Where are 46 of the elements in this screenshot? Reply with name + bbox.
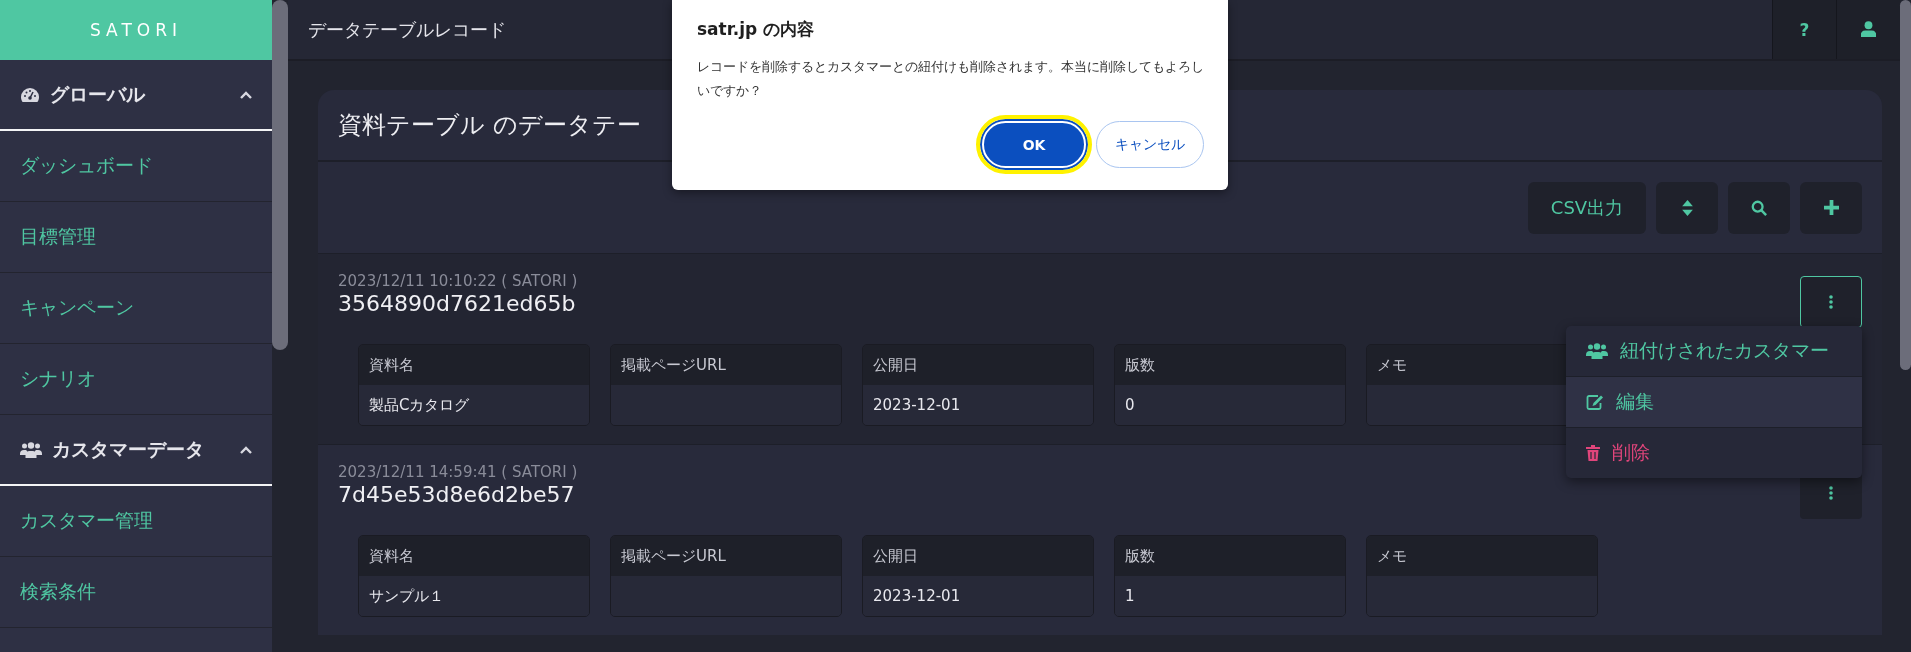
- kebab-icon: [1829, 295, 1833, 309]
- page-title: データテーブルレコード: [308, 17, 506, 42]
- cancel-button[interactable]: キャンセル: [1096, 121, 1204, 168]
- card-title: 資料テーブル のデータテー: [338, 110, 641, 141]
- scrollbar-thumb[interactable]: [1900, 0, 1911, 370]
- field-label: 掲載ページURL: [611, 536, 841, 576]
- record-timestamp: 2023/12/11 14:59:41 ( SATORI ): [338, 463, 578, 481]
- field-value: 0: [1115, 385, 1345, 425]
- field-value: 製品Cカタログ: [359, 385, 589, 425]
- field-label: 資料名: [359, 345, 589, 385]
- sort-button[interactable]: [1656, 181, 1718, 234]
- search-icon: [1751, 199, 1767, 216]
- kebab-icon: [1829, 486, 1833, 500]
- csv-export-button[interactable]: CSV出力: [1528, 181, 1646, 234]
- menu-item[interactable]: 削除: [1566, 428, 1862, 478]
- menu-item[interactable]: 編集: [1566, 377, 1862, 428]
- field-label: 資料名: [359, 536, 589, 576]
- logo: SATORI: [0, 0, 272, 60]
- group-label: グローバル: [50, 81, 146, 107]
- field-label: 公開日: [863, 345, 1093, 385]
- field-label: 掲載ページURL: [611, 345, 841, 385]
- search-button[interactable]: [1728, 181, 1790, 234]
- users-icon: [20, 441, 42, 458]
- field-value: 2023-12-01: [863, 385, 1093, 425]
- field-label: メモ: [1367, 536, 1597, 576]
- add-button[interactable]: [1800, 181, 1862, 234]
- record-id: 7d45e53d8e6d2be57: [338, 482, 576, 507]
- edit-icon: [1586, 394, 1604, 410]
- group-label: カスタマーデータ: [52, 436, 205, 462]
- more-button[interactable]: [1800, 276, 1862, 328]
- user-button[interactable]: [1836, 0, 1900, 59]
- plus-icon: [1823, 200, 1839, 215]
- dialog-title: satr.jp の内容: [697, 18, 816, 41]
- scrollbar-thumb[interactable]: [272, 0, 288, 350]
- help-button[interactable]: ?: [1772, 0, 1836, 59]
- user-icon: [1861, 21, 1876, 38]
- trash-icon: [1586, 445, 1600, 461]
- sort-icon: [1681, 199, 1693, 216]
- gauge-icon: [20, 86, 40, 103]
- field-label: 公開日: [863, 536, 1093, 576]
- field-label: 版数: [1115, 345, 1345, 385]
- record-timestamp: 2023/12/11 10:10:22 ( SATORI ): [338, 272, 578, 290]
- field-label: 版数: [1115, 536, 1345, 576]
- record-id: 3564890d7621ed65b: [338, 291, 577, 316]
- dialog-message: レコードを削除するとカスタマーとの紐付けも削除されます。本当に削除してもよろしいですか？: [697, 58, 1204, 100]
- users-icon: [1586, 343, 1608, 359]
